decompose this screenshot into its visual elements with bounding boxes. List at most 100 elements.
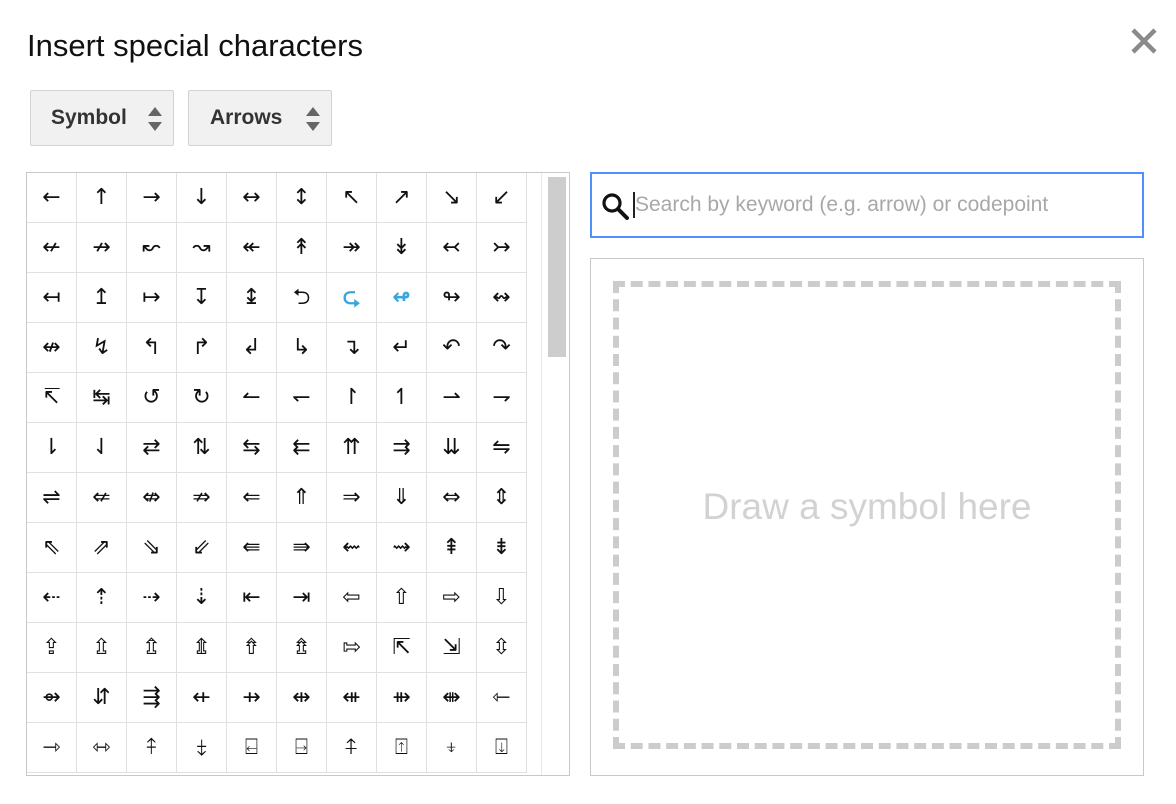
symbol-cell[interactable]: ↥ [77,273,127,323]
symbol-cell[interactable]: ⇤ [227,573,277,623]
symbol-cell[interactable]: ↿ [377,373,427,423]
symbol-cell[interactable]: ⇵ [77,673,127,723]
symbol-cell[interactable]: ↓ [177,173,227,223]
symbol-cell[interactable]: ⇕ [477,473,527,523]
symbol-cell[interactable]: ↕ [277,173,327,223]
symbol-cell[interactable]: ⇱ [377,623,427,673]
symbol-cell[interactable]: ↺ [127,373,177,423]
symbol-cell[interactable]: ↖ [327,173,377,223]
symbol-cell[interactable]: ⇒ [327,473,377,523]
symbol-cell[interactable]: ↷ [477,323,527,373]
symbol-cell[interactable]: ↴ [327,323,377,373]
symbol-cell[interactable]: ⇜ [327,523,377,573]
symbol-cell[interactable]: ↗ [377,173,427,223]
symbol-cell[interactable]: ⇫ [77,623,127,673]
symbol-cell[interactable]: ⇙ [177,523,227,573]
symbol-cell[interactable]: ⍖ [427,723,477,773]
symbol-cell[interactable]: ⇲ [427,623,477,673]
symbol-cell[interactable]: ⇭ [177,623,227,673]
symbol-cell[interactable]: ⇮ [227,623,277,673]
symbol-cell[interactable]: ⇰ [327,623,377,673]
symbol-cell[interactable]: ↯ [77,323,127,373]
symbol-cell[interactable]: ↭ [477,273,527,323]
symbol-cell[interactable]: ⇹ [277,673,327,723]
symbol-cell[interactable]: ⇉ [377,423,427,473]
symbol-cell[interactable]: ⇋ [477,423,527,473]
symbol-cell[interactable]: ⇍ [77,473,127,523]
symbol-cell[interactable]: ↳ [277,323,327,373]
symbol-cell[interactable]: ⇔ [427,473,477,523]
symbol-cell[interactable]: ↫ [377,273,427,323]
symbol-cell[interactable]: ⇯ [277,623,327,673]
symbol-cell[interactable]: ↻ [177,373,227,423]
symbol-cell[interactable]: ↸ [27,373,77,423]
symbol-cell[interactable]: ⇠ [27,573,77,623]
symbol-cell[interactable]: ↹ [77,373,127,423]
symbol-cell[interactable]: ← [27,173,77,223]
symbol-cell[interactable]: ⇐ [227,473,277,523]
symbol-cell[interactable]: ↧ [177,273,227,323]
symbol-cell[interactable]: ⇑ [277,473,327,523]
symbol-cell[interactable]: ⇣ [177,573,227,623]
symbol-cell[interactable]: ↝ [177,223,227,273]
symbol-cell[interactable]: ⇾ [27,723,77,773]
symbol-cell[interactable]: ⍈ [277,723,327,773]
symbol-cell[interactable]: ⇃ [77,423,127,473]
symbol-cell[interactable]: ⇦ [327,573,377,623]
symbol-cell[interactable]: ↚ [27,223,77,273]
symbol-cell[interactable]: ↬ [427,273,477,323]
symbol-cell[interactable]: ↦ [127,273,177,323]
symbol-cell[interactable]: ↛ [77,223,127,273]
close-button[interactable] [1128,24,1160,58]
symbol-cell[interactable]: ⇳ [477,623,527,673]
symbol-cell[interactable]: ⍇ [227,723,277,773]
symbol-cell[interactable]: ⇴ [27,673,77,723]
symbol-cell[interactable]: ⇞ [427,523,477,573]
symbol-cell[interactable]: ⇻ [377,673,427,723]
symbol-cell[interactable]: ⇚ [227,523,277,573]
symbol-cell[interactable]: → [127,173,177,223]
scrollbar-thumb[interactable] [548,177,566,357]
symbol-cell[interactable]: ⇀ [427,373,477,423]
subcategory-dropdown[interactable]: Arrows [188,90,332,146]
symbol-cell[interactable]: ⇘ [127,523,177,573]
symbol-cell[interactable]: ⇼ [427,673,477,723]
symbol-cell[interactable]: ⇓ [377,473,427,523]
symbol-cell[interactable]: ↑ [77,173,127,223]
symbol-cell[interactable]: ⍐ [377,723,427,773]
symbol-cell[interactable]: ⇖ [27,523,77,573]
symbol-cell[interactable]: ⇛ [277,523,327,573]
symbol-cell[interactable]: ↟ [277,223,327,273]
symbol-cell[interactable]: ⇧ [377,573,427,623]
symbol-cell[interactable]: ↢ [427,223,477,273]
symbol-cell[interactable]: ⇗ [77,523,127,573]
symbol-cell[interactable]: ⇬ [127,623,177,673]
symbol-cell[interactable]: ⇏ [177,473,227,523]
symbol-cell[interactable]: ⍗ [477,723,527,773]
symbol-cell[interactable]: ↡ [377,223,427,273]
symbol-cell[interactable]: ⤈ [177,723,227,773]
symbol-cell[interactable]: ↵ [377,323,427,373]
symbol-cell[interactable]: ⇝ [377,523,427,573]
symbol-cell[interactable]: ⇿ [77,723,127,773]
symbol-cell[interactable]: ⮌ [277,273,327,323]
symbol-cell[interactable]: ↔ [227,173,277,223]
symbol-cell[interactable]: ↮ [27,323,77,373]
symbol-cell[interactable]: ⍏ [327,723,377,773]
symbol-cell[interactable]: ⇷ [177,673,227,723]
symbol-cell[interactable]: ↘ [427,173,477,223]
draw-area[interactable]: Draw a symbol here [613,281,1121,749]
symbol-cell[interactable]: ⇶ [127,673,177,723]
symbol-cell[interactable]: ↤ [27,273,77,323]
symbol-cell[interactable]: ⇥ [277,573,327,623]
symbol-cell[interactable]: ⇇ [277,423,327,473]
symbol-cell[interactable]: ↼ [227,373,277,423]
symbol-cell[interactable]: ⇅ [177,423,227,473]
symbol-cell[interactable]: ↠ [327,223,377,273]
symbol-cell[interactable]: ⇨ [427,573,477,623]
symbol-cell[interactable]: ⇡ [77,573,127,623]
symbol-cell[interactable]: ⇟ [477,523,527,573]
symbol-cell[interactable]: ⇪ [27,623,77,673]
symbol-cell[interactable]: ↲ [227,323,277,373]
symbol-cell[interactable]: ⇁ [477,373,527,423]
